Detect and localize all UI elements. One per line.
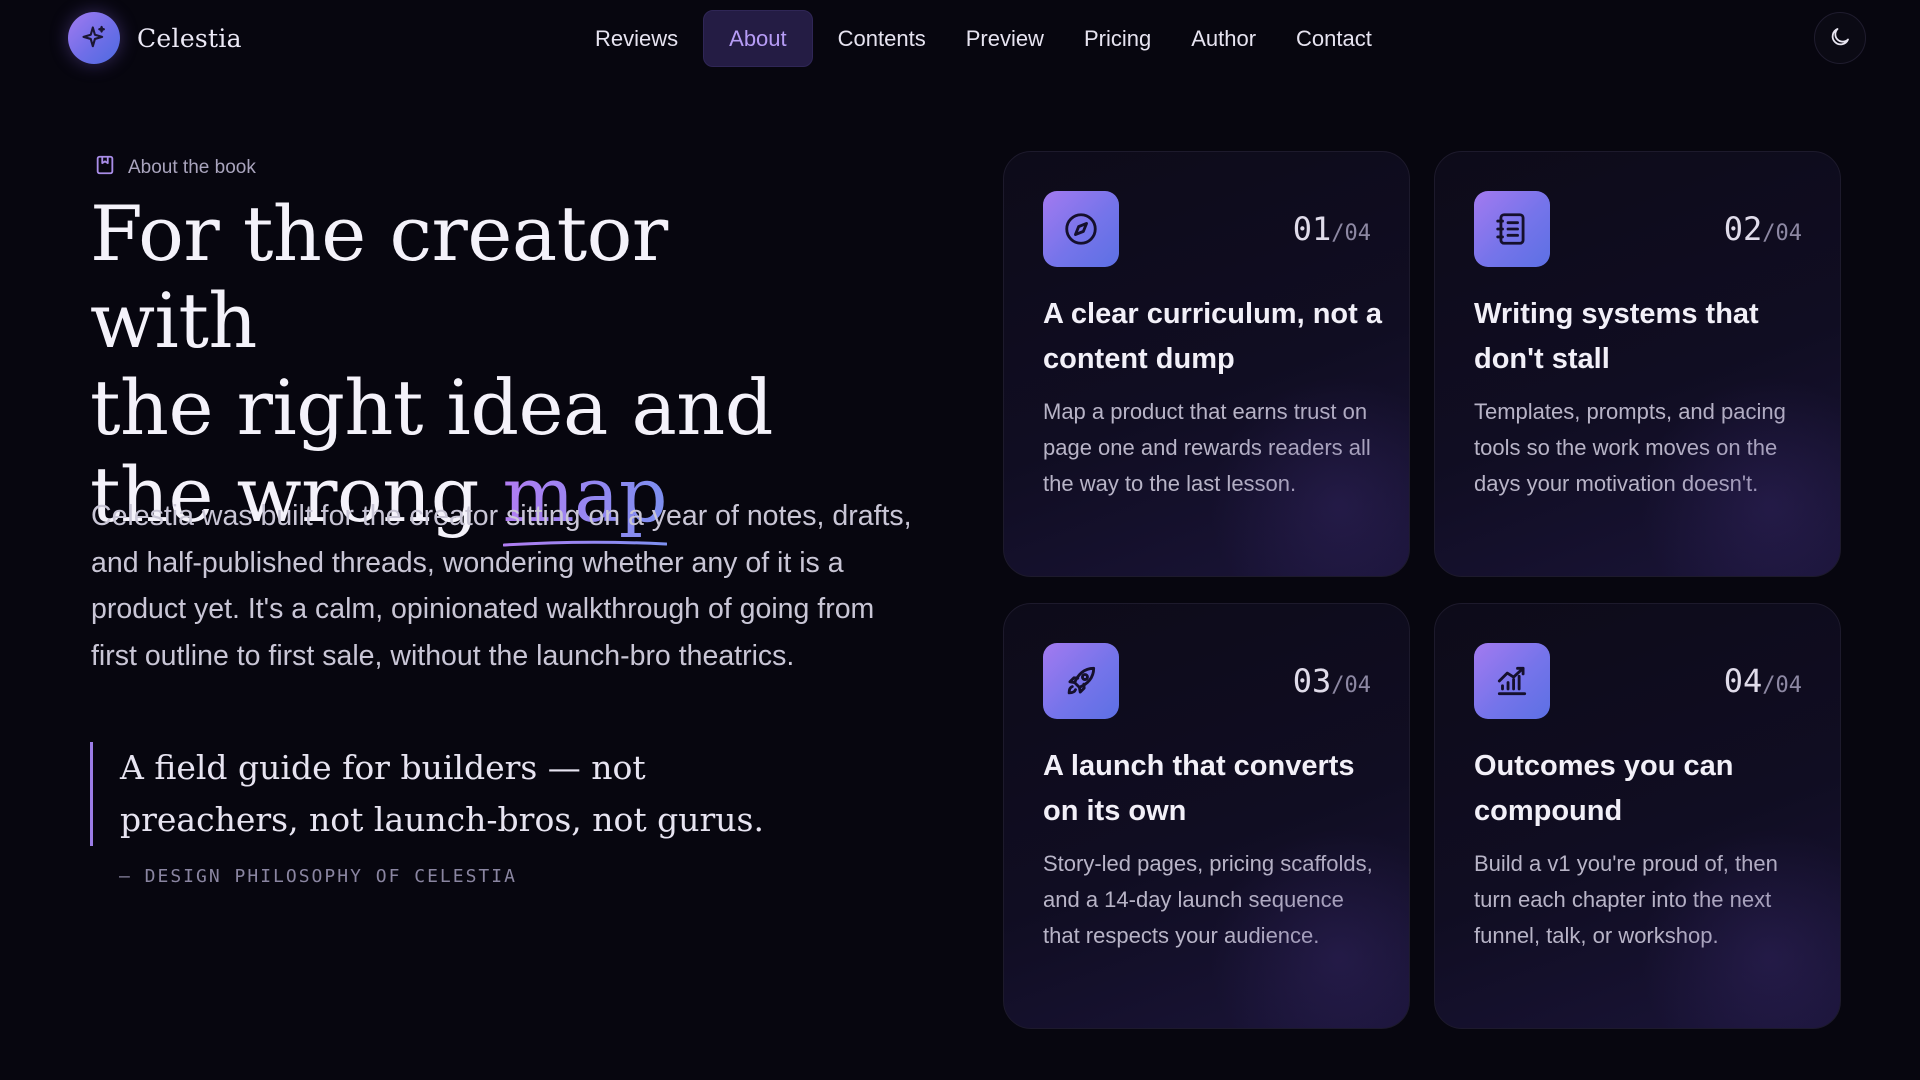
nav-link-preview[interactable]: Preview [951, 10, 1059, 67]
eyebrow-label: About the book [128, 157, 256, 178]
card-title: A clear curriculum, not a content dump [1043, 298, 1382, 375]
brand-name: Celestia [137, 23, 242, 53]
card-title: Writing systems that don't stall [1474, 298, 1759, 375]
nav-link-reviews[interactable]: Reviews [580, 10, 693, 67]
nav-link-about[interactable]: About [703, 10, 813, 67]
card-body: Map a product that earns trust on page o… [1043, 399, 1371, 496]
nav-link-contact[interactable]: Contact [1281, 10, 1387, 67]
card-number-total: /04 [1762, 221, 1802, 246]
top-navigation: Celestia Reviews About Contents Preview … [0, 0, 1920, 77]
card-number-total: /04 [1331, 673, 1371, 698]
card-number: 01/04 [1293, 210, 1371, 248]
feature-card: 01/04 A clear curriculum, not a content … [1003, 151, 1410, 577]
card-number: 02/04 [1724, 210, 1802, 248]
feature-card: 02/04 Writing systems that don't stall T… [1434, 151, 1841, 577]
brand[interactable]: Celestia [68, 12, 242, 64]
nav-link-contents[interactable]: Contents [823, 10, 941, 67]
intro-paragraph: Celestia was built for the creator sitti… [91, 500, 912, 672]
headline-line-2: the right idea and [90, 363, 773, 452]
card-title: A launch that converts on its own [1043, 750, 1355, 827]
card-number-total: /04 [1331, 221, 1371, 246]
headline-line-1: For the creator with [90, 189, 668, 365]
card-number-value: 01 [1292, 210, 1332, 248]
pull-quote: A field guide for builders — not preache… [90, 742, 780, 846]
feature-card: 04/04 Outcomes you can compound Build a … [1434, 603, 1841, 1029]
section-eyebrow: About the book [94, 154, 256, 182]
card-title: Outcomes you can compound [1474, 750, 1734, 827]
nav-link-pricing[interactable]: Pricing [1069, 10, 1166, 67]
card-body: Build a v1 you're proud of, then turn ea… [1474, 851, 1778, 948]
quote-attribution: — DESIGN PHILOSOPHY OF CELESTIA [119, 866, 517, 887]
compass-icon [1043, 191, 1119, 267]
card-body: Story-led pages, pricing scaffolds, and … [1043, 851, 1373, 948]
card-body: Templates, prompts, and pacing tools so … [1474, 399, 1786, 496]
card-number-value: 02 [1723, 210, 1763, 248]
sparkle-icon [68, 12, 120, 64]
card-number: 04/04 [1724, 662, 1802, 700]
bookmark-icon [94, 154, 116, 182]
feature-card: 03/04 A launch that converts on its own … [1003, 603, 1410, 1029]
card-number-value: 03 [1292, 662, 1332, 700]
nav-link-author[interactable]: Author [1176, 10, 1271, 67]
card-number-value: 04 [1723, 662, 1763, 700]
moon-icon [1828, 25, 1852, 52]
notebook-icon [1474, 191, 1550, 267]
theme-toggle-button[interactable] [1814, 12, 1866, 64]
card-number: 03/04 [1293, 662, 1371, 700]
quote-text: A field guide for builders — not preache… [120, 748, 764, 839]
card-number-total: /04 [1762, 673, 1802, 698]
rocket-icon [1043, 643, 1119, 719]
chart-icon [1474, 643, 1550, 719]
nav-links: Reviews About Contents Preview Pricing A… [580, 10, 1387, 67]
page-title: For the creator with the right idea and … [90, 189, 850, 547]
